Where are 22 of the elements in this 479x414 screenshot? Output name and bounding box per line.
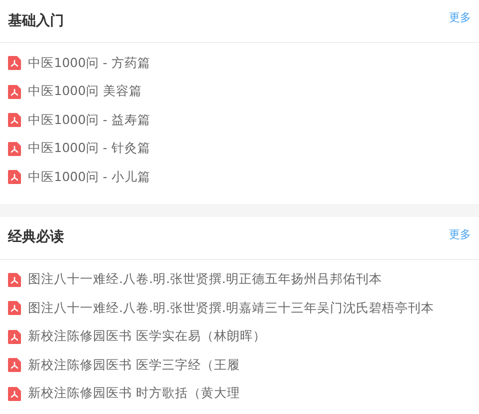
section-title: 经典必读 xyxy=(8,228,64,247)
pdf-icon xyxy=(8,56,21,70)
document-link[interactable]: 中医1000问 - 益寿篇 xyxy=(28,110,150,130)
pdf-icon xyxy=(8,386,21,401)
pdf-icon xyxy=(8,113,21,128)
document-link[interactable]: 新校注陈修园医书 医学实在易（林朗晖） xyxy=(28,327,266,346)
pdf-icon xyxy=(8,358,21,372)
document-link[interactable]: 图注八十一难经.八卷.明.张世贤撰.明嘉靖三十三年吴门沈氏碧梧亭刊本 xyxy=(28,298,434,318)
pdf-icon xyxy=(8,272,21,287)
section-title: 基础入门 xyxy=(8,12,64,30)
document-link[interactable]: 中医1000问 - 针灸篇 xyxy=(28,139,150,158)
pdf-icon xyxy=(8,142,21,156)
document-link[interactable]: 图注八十一难经.八卷.明.张世贤撰.明正德五年扬州吕邦佑刊本 xyxy=(28,270,382,290)
document-link[interactable]: 新校注陈修园医书 时方歌括（黄大理 xyxy=(28,384,240,404)
document-link[interactable]: 中医1000问 - 小儿篇 xyxy=(28,168,150,187)
document-link[interactable]: 新校注陈修园医书 医学三字经（王履 xyxy=(28,356,240,375)
pdf-icon xyxy=(8,330,21,344)
document-link[interactable]: 中医1000问 美容篇 xyxy=(28,82,142,102)
pdf-icon xyxy=(8,301,21,316)
pdf-icon xyxy=(8,84,21,99)
pdf-icon xyxy=(8,170,21,184)
document-link[interactable]: 中医1000问 - 方药篇 xyxy=(28,54,150,73)
